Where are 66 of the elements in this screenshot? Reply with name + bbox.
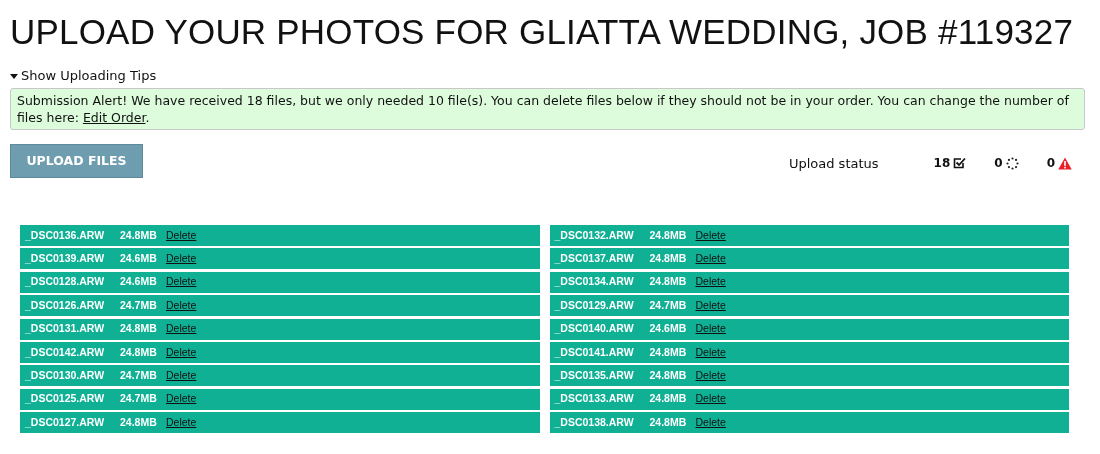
file-name: _DSC0128.ARW	[25, 274, 106, 290]
file-name: _DSC0131.ARW	[25, 321, 106, 337]
delete-link[interactable]: Delete	[166, 321, 197, 337]
file-size: 24.8MB	[120, 414, 158, 430]
delete-link[interactable]: Delete	[695, 391, 726, 408]
file-size: 24.7MB	[120, 297, 158, 313]
file-size: 24.8MB	[649, 251, 688, 266]
status-count: 0	[994, 155, 1003, 173]
delete-link[interactable]: Delete	[166, 297, 197, 314]
file-name: _DSC0126.ARW	[25, 297, 106, 313]
delete-link[interactable]: Delete	[166, 414, 197, 431]
delete-link[interactable]: Delete	[695, 344, 726, 361]
delete-link[interactable]: Delete	[166, 367, 197, 384]
file-name: _DSC0130.ARW	[25, 367, 106, 383]
file-size: 24.8MB	[649, 227, 688, 243]
warning-icon	[1058, 156, 1072, 170]
delete-link[interactable]: Delete	[166, 251, 197, 267]
file-name: _DSC0127.ARW	[25, 414, 106, 430]
file-size: 24.7MB	[649, 297, 688, 313]
spinner-icon	[1005, 156, 1019, 170]
upload-status-label: Upload status	[788, 154, 879, 173]
file-name: _DSC0139.ARW	[25, 251, 106, 266]
file-name: _DSC0125.ARW	[25, 391, 106, 407]
delete-link[interactable]: Delete	[166, 391, 197, 408]
delete-link[interactable]: Delete	[695, 251, 726, 267]
page-title: UPLOAD YOUR PHOTOS FOR GLIATTA WEDDING, JOB #119327	[10, 12, 1075, 52]
file-size: 24.8MB	[120, 344, 158, 360]
file-name: _DSC0140.ARW	[554, 321, 635, 337]
file-size: 24.6MB	[120, 274, 158, 290]
file-size: 24.8MB	[649, 367, 688, 383]
delete-link[interactable]: Delete	[695, 367, 726, 384]
file-size: 24.8MB	[649, 344, 688, 360]
status-count: 18	[933, 155, 951, 173]
file-size: 24.8MB	[649, 414, 688, 430]
file-name: _DSC0129.ARW	[554, 297, 635, 313]
file-size: 24.8MB	[649, 391, 688, 407]
delete-link[interactable]: Delete	[695, 414, 726, 431]
delete-link[interactable]: Delete	[695, 321, 726, 337]
file-name: _DSC0133.ARW	[554, 391, 635, 407]
file-size: 24.6MB	[120, 251, 158, 266]
delete-link[interactable]: Delete	[166, 274, 197, 291]
file-name: _DSC0134.ARW	[554, 274, 635, 290]
file-name: _DSC0142.ARW	[25, 344, 106, 360]
delete-link[interactable]: Delete	[166, 227, 197, 244]
delete-link[interactable]: Delete	[695, 297, 726, 314]
file-size: 24.8MB	[120, 321, 158, 337]
file-size: 24.7MB	[120, 391, 158, 407]
caret-icon	[10, 73, 18, 79]
delete-link[interactable]: Delete	[166, 344, 197, 361]
delete-link[interactable]: Delete	[695, 227, 726, 244]
file-size: 24.8MB	[649, 274, 688, 290]
checkbox-icon	[953, 157, 967, 170]
file-size: 24.8MB	[120, 227, 158, 243]
status-count: 0	[1046, 155, 1055, 173]
file-size: 24.6MB	[649, 321, 688, 337]
delete-link[interactable]: Delete	[695, 274, 726, 291]
file-name: _DSC0132.ARW	[554, 227, 635, 243]
file-name: _DSC0141.ARW	[554, 344, 635, 360]
file-name: _DSC0135.ARW	[554, 367, 635, 383]
tips-toggle[interactable]: Show Uploading Tips	[10, 67, 157, 85]
edit-order-link[interactable]: Edit Order	[82, 110, 146, 125]
file-name: _DSC0136.ARW	[25, 227, 106, 243]
file-name: _DSC0137.ARW	[554, 251, 635, 266]
file-size: 24.7MB	[120, 367, 158, 383]
file-name: _DSC0138.ARW	[554, 414, 635, 430]
alert-message: Submission Alert! We have received 18 files, but we only needed 10 file(s). You can delete files below if they should not be in your order. You can change the number of files here: Edit Order.	[17, 92, 1070, 126]
